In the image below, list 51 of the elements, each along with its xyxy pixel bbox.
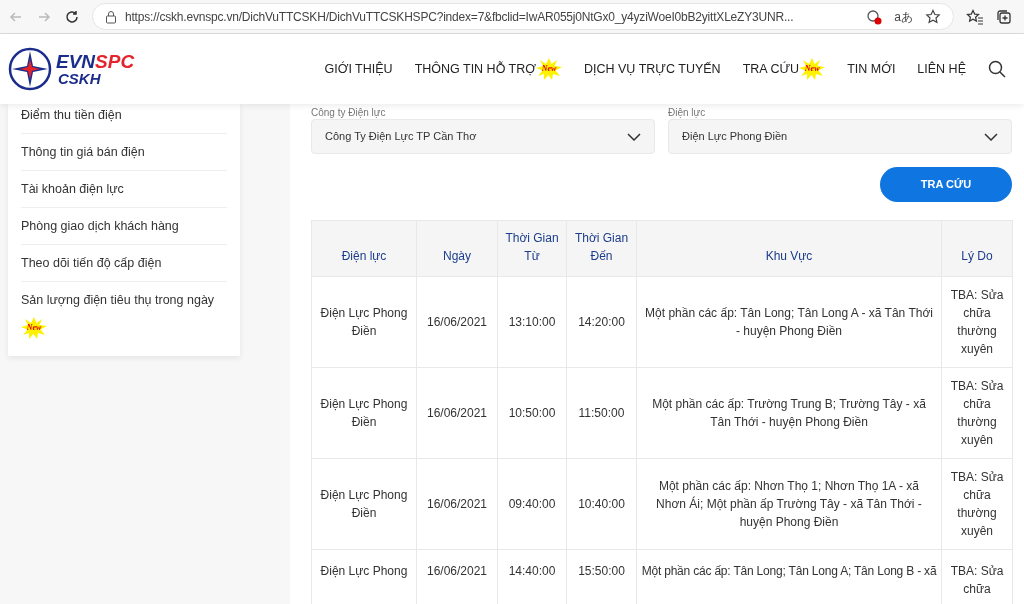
table-cell: Điện Lực Phong: [311, 549, 417, 604]
dropdown-field[interactable]: Điện Lực Phong Điền: [668, 119, 1012, 154]
sidebar-item[interactable]: Tài khoản điện lực: [21, 171, 227, 208]
column-header: Điện lực: [311, 220, 417, 277]
table-cell: Điện Lực Phong Điền: [311, 367, 417, 459]
table-cell: 16/06/2021: [416, 276, 498, 368]
logo-text: EVN: [56, 52, 96, 71]
logo-text: SPC: [95, 52, 135, 71]
address-bar[interactable]: https://cskh.evnspc.vn/DichVuTTCSKH/DichVuTTCSKHSPC?index=7&fbclid=IwAR055j0NtGx0_y4yziWoeI0bB2yittXLeZY3UNR... aあ: [92, 3, 954, 30]
table-cell: 10:50:00: [497, 367, 567, 459]
nav-link[interactable]: LIÊN HỆ: [917, 59, 966, 79]
sidebar-item[interactable]: Điểm thu tiền điện: [21, 104, 227, 134]
sidebar-item[interactable]: Thông tin giá bán điện: [21, 134, 227, 171]
sidebar-item[interactable]: Phòng giao dịch khách hàng: [21, 208, 227, 245]
nav-link[interactable]: GIỚI THIỆU: [324, 59, 393, 79]
table-cell: 16/06/2021: [416, 367, 498, 459]
column-header: Thời Gian Đến: [566, 220, 637, 277]
table-cell: Điện Lực Phong Điền: [311, 276, 417, 368]
dropdown-field[interactable]: Công Ty Điện Lực TP Cần Thơ: [311, 119, 655, 154]
table-cell: 13:10:00: [497, 276, 567, 368]
table-cell: TBA: Sửa chữa thường xuyên: [941, 458, 1013, 550]
badge-label: New: [541, 63, 557, 75]
sidebar-item[interactable]: Theo dõi tiến độ cấp điện: [21, 245, 227, 282]
table-cell: 11:50:00: [566, 367, 637, 459]
field-label: Công ty Điện lực: [311, 106, 387, 119]
url-text: https://cskh.evnspc.vn/DichVuTTCSKH/DichVuTTCSKHSPC?index=7&fbclid=IwAR055j0NtGx0_y4yziWoeI0bB2yittXLeZY3UNR...: [125, 8, 795, 26]
badge-label: New: [804, 63, 820, 75]
badge-label: New: [26, 322, 42, 334]
nav-link[interactable]: TRA CỨU New: [742, 58, 826, 80]
table-cell: 10:40:00: [566, 458, 637, 550]
table-cell: 14:20:00: [566, 276, 637, 368]
logo-subtext: CSKH: [57, 71, 102, 86]
table-cell: Một phần các ấp: Tân Long; Tân Long A - xã Tân Thới - huyện Phong Điền: [636, 276, 942, 368]
table-cell: TBA: Sửa chữa thường xuyên: [941, 276, 1013, 368]
search-button[interactable]: TRA CỨU: [880, 167, 1012, 202]
read-aloud-icon[interactable]: aあ: [890, 7, 917, 26]
table-cell: 09:40:00: [497, 458, 567, 550]
table-cell: 16/06/2021: [416, 458, 498, 550]
sidebar-item[interactable]: Sản lượng điện tiêu thụ trong ngày New: [21, 282, 227, 348]
table-cell: Một phần các ấp: Trường Trung B; Trường Tây - xã Tân Thới - huyện Phong Điền: [636, 367, 942, 459]
nav-link[interactable]: TIN MỚI: [847, 59, 896, 79]
table-cell: Một phần các ấp: Nhơn Thọ 1; Nhơn Thọ 1A - xã Nhơn Ái; Một phần ấp Trường Tây - xã Tân Thới - huyện Phong Điền: [636, 458, 942, 550]
nav-link[interactable]: DỊCH VỤ TRỰC TUYẾN: [584, 59, 721, 79]
column-header: Lý Do: [941, 220, 1013, 277]
column-header: Ngày: [416, 220, 498, 277]
column-header: Khu Vực: [636, 220, 942, 277]
table-cell: Điện Lực Phong Điền: [311, 458, 417, 550]
nav-link[interactable]: THÔNG TIN HỖ TRỢ New: [414, 58, 562, 80]
field-label: Điện lực: [668, 106, 707, 119]
table-cell: TBA: Sửa chữa thường xuyên: [941, 367, 1013, 459]
column-header: Thời Gian Từ: [497, 220, 567, 277]
